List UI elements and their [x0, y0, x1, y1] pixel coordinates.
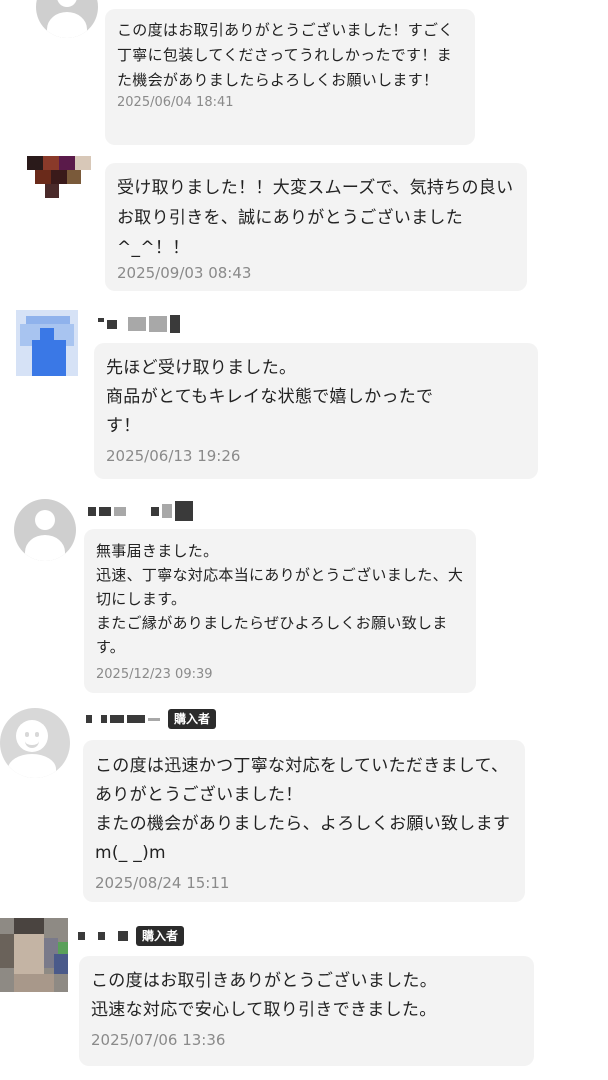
user-photo-avatar-icon[interactable] [16, 310, 78, 376]
review-message: 受け取りました！！大変スムーズで、気持ちの良いお取り引きを、誠にありがとうござい… [117, 178, 514, 258]
buyer-badge: 購入者 [168, 709, 217, 729]
review-bubble: この度はお取引きありがとうございました。 迅速な対応で安心して取り引きできました… [79, 956, 534, 1066]
review-bubble: 無事届きました。 迅速、丁寧な対応本当にありがとうございました、大切にします。 … [84, 529, 476, 693]
default-user-avatar-icon[interactable] [36, 0, 98, 38]
review-timestamp: 2025/09/03 08:43 [117, 264, 252, 282]
review-bubble: この度はお取引ありがとうございました！すごく丁寧に包装してくださってうれしかった… [105, 9, 475, 145]
reviewer-name-row: 購入者 [78, 925, 185, 947]
review-timestamp: 2025/08/24 15:11 [95, 874, 230, 892]
reviewer-name-redacted [86, 715, 160, 723]
review-bubble: この度は迅速かつ丁寧な対応をしていただきまして、ありがとうございました！ またの… [83, 740, 525, 902]
review-timestamp: 2025/06/13 19:26 [106, 447, 241, 465]
reviewer-name-redacted [78, 931, 128, 941]
review-timestamp: 2025/06/04 18:41 [117, 95, 234, 110]
smile-avatar-icon[interactable] [0, 708, 70, 778]
review-timestamp: 2025/07/06 13:36 [91, 1031, 226, 1049]
review-bubble: 先ほど受け取りました。 商品がとてもキレイな状態で嬉しかったです！ 2025/0… [94, 343, 538, 479]
user-photo-avatar-icon[interactable] [0, 918, 68, 992]
review-message: 無事届きました。 迅速、丁寧な対応本当にありがとうございました、大切にします。 … [96, 542, 464, 656]
review-message: 先ほど受け取りました。 商品がとてもキレイな状態で嬉しかったです！ [106, 358, 434, 436]
review-message: この度はお取引ありがとうございました！すごく丁寧に包装してくださってうれしかった… [117, 21, 454, 89]
default-user-avatar-icon[interactable] [14, 499, 76, 561]
reviewer-name-row [88, 500, 193, 522]
reviewer-name-row [98, 313, 180, 335]
review-message: この度はお取引きありがとうございました。 迅速な対応で安心して取り引きできました… [91, 971, 437, 1020]
review-bubble: 受け取りました！！大変スムーズで、気持ちの良いお取り引きを、誠にありがとうござい… [105, 163, 527, 291]
buyer-badge: 購入者 [136, 926, 185, 946]
reviewer-name-row: 購入者 [86, 708, 217, 730]
reviewer-name-redacted [98, 315, 180, 333]
review-message: この度は迅速かつ丁寧な対応をしていただきまして、ありがとうございました！ またの… [95, 756, 511, 863]
reviewer-name-redacted [88, 501, 193, 521]
user-photo-avatar-icon[interactable] [27, 156, 91, 198]
review-timestamp: 2025/12/23 09:39 [96, 667, 213, 682]
